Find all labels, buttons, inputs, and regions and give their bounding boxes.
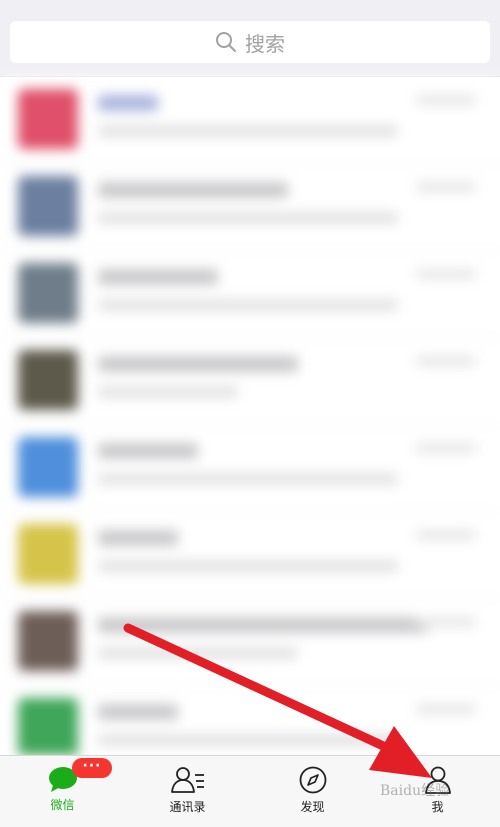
search-bar: 搜索 [0, 0, 500, 77]
avatar [18, 524, 78, 584]
search-input[interactable]: 搜索 [10, 21, 490, 63]
chat-row[interactable] [0, 425, 500, 512]
chat-list [0, 77, 500, 755]
tab-contacts-label: 通讯录 [169, 800, 206, 814]
chat-row[interactable] [0, 164, 500, 251]
contacts-icon [170, 767, 204, 793]
avatar [18, 263, 78, 323]
tab-chats-label: 微信 [50, 798, 75, 812]
chat-row[interactable] [0, 599, 500, 686]
search-placeholder: 搜索 [245, 31, 285, 56]
compass-icon [299, 766, 326, 794]
chat-row[interactable] [0, 338, 500, 425]
chat-row[interactable] [0, 77, 500, 164]
avatar [18, 350, 78, 410]
chat-row[interactable] [0, 512, 500, 599]
avatar [18, 611, 78, 671]
search-icon [216, 32, 236, 52]
avatar [18, 176, 78, 236]
tab-discover-label: 发现 [300, 800, 325, 814]
tab-me-label: 我 [431, 800, 444, 814]
avatar [18, 89, 78, 149]
tab-contacts[interactable]: 通讯录 [125, 756, 250, 827]
avatar [18, 437, 78, 497]
avatar [18, 698, 78, 755]
watermark: Baidu经验 [380, 783, 450, 799]
tab-discover[interactable]: 发现 [250, 756, 375, 827]
unread-badge: ··· [72, 758, 112, 778]
tab-chats[interactable]: ··· 微信 [0, 756, 125, 827]
chat-row[interactable] [0, 686, 500, 755]
chat-row[interactable] [0, 251, 500, 338]
